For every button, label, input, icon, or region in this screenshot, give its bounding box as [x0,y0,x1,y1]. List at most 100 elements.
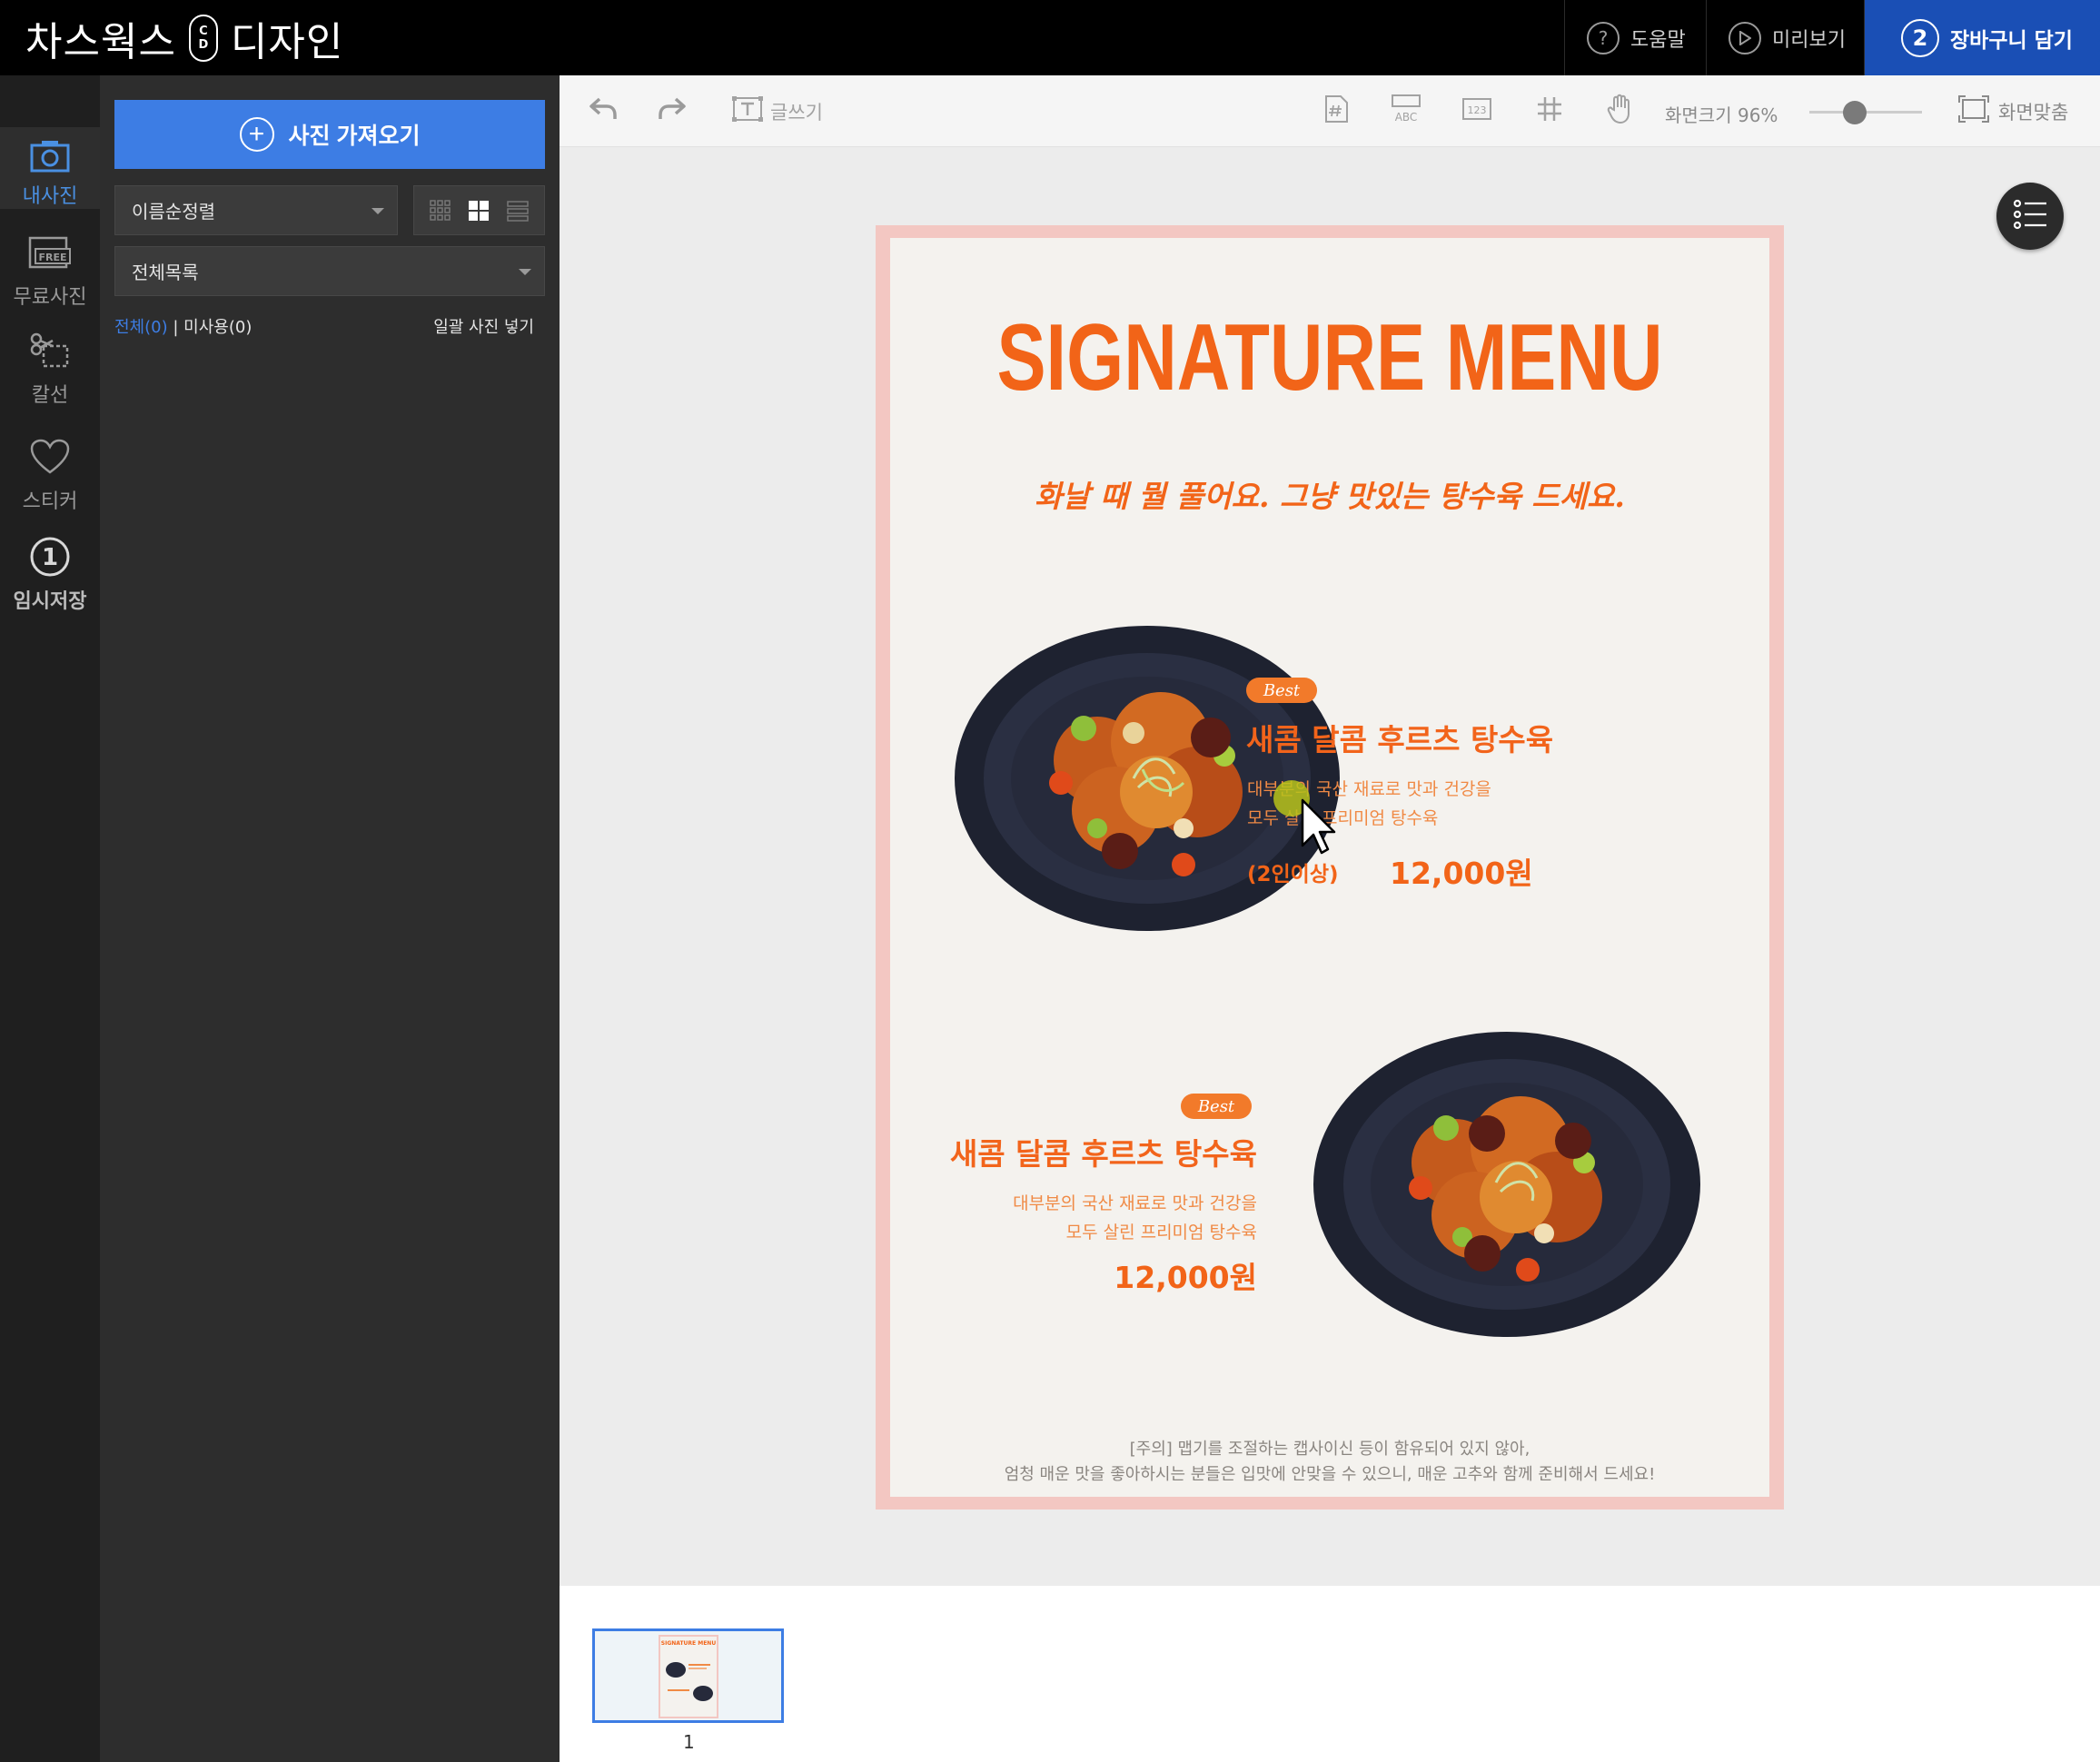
list-view-icon[interactable] [506,199,530,223]
zoom-slider-handle[interactable] [1842,101,1867,124]
rail-item-cutline[interactable]: 칼선 [0,328,100,410]
import-photo-label: 사진 가져오기 [288,124,421,149]
brand-logo-letter-c: C [199,24,208,38]
rail-item-label: 임시저장 [13,590,87,613]
temp-save-icon: 1 [27,534,73,579]
rail-item-free-photos[interactable]: FREE 무료사진 [0,230,100,312]
page-number-tool-button[interactable] [1309,75,1363,147]
footer-line-1: [주의] 맵기를 조절하는 캡사이신 등이 함유되어 있지 않아, [1129,1440,1530,1459]
design-workspace: 글쓰기 ABC 123 화면크기 96% 화면맞춤 SIGNATURE MENU… [560,75,2100,1586]
photo-panel: + 사진 가져오기 이름순정렬 전체목록 전체(0) | 미사용(0) 일괄 사… [100,75,560,1762]
page-thumbnail[interactable]: SIGNATURE MENU [592,1628,784,1723]
plus-circle-icon: + [239,117,274,152]
text-tool-button[interactable]: 글쓰기 [723,75,832,147]
brand-suffix: 디자인 [230,18,344,65]
rail-item-label: 내사진 [22,185,78,208]
large-grid-icon[interactable] [467,199,490,223]
abc-field-icon: ABC [1390,94,1422,129]
text-field-tool-button[interactable]: ABC [1379,75,1433,147]
brand-logo[interactable]: 차스웍스 C D 디자인 [25,0,343,75]
rail-item-my-photos[interactable]: 내사진 [0,127,100,209]
tool-rail: 내사진 FREE 무료사진 칼선 스티커 1 임시저장 [0,75,100,1762]
zoom-value: 96% [1737,104,1778,126]
footer-line-2: 엄청 매운 맛을 좋아하시는 분들은 입맛에 안맞을 수 있으니, 매운 고추와… [1004,1465,1656,1484]
brand-cd-icon: C D [188,14,218,62]
fit-to-screen-label: 화면맞춤 [1998,101,2069,124]
question-icon: ? [1587,21,1620,54]
rail-item-label: 칼선 [31,384,69,407]
rail-item-label: 무료사진 [13,286,87,309]
svg-text:123: 123 [1468,104,1487,116]
zoom-label-text: 화면크기 [1665,104,1732,126]
filter-all-link[interactable]: 전체(0) [114,318,168,337]
page-thumbnail-preview: SIGNATURE MENU [659,1635,718,1718]
editor-toolbar: 글쓰기 ABC 123 화면크기 96% 화면맞춤 [560,75,2100,147]
sort-select[interactable]: 이름순정렬 [114,185,398,235]
rail-item-temp-save[interactable]: 1 임시저장 [0,534,100,621]
dish-desc-2-line2: 모두 살린 프리미엄 탕수육 [1065,1223,1257,1242]
dish-name-1[interactable]: 새콤 달콤 후르츠 탕수육 [1246,716,1553,759]
play-icon [1729,21,1761,54]
dish-note-1[interactable]: (2인이상) [1247,856,1339,887]
filter-unused-link[interactable]: 미사용(0) [183,318,252,337]
redo-icon [658,97,687,125]
list-icon [2012,198,2048,234]
camera-icon [27,138,73,174]
dish-desc-2-line1: 대부분의 국산 재료로 맛과 건강을 [1013,1193,1257,1213]
brand-logo-letter-d: D [198,37,209,52]
page-strip: SIGNATURE MENU 1 [560,1586,2100,1762]
dish-desc-2[interactable]: 대부분의 국산 재료로 맛과 건강을 모두 살린 프리미엄 탕수육 [945,1189,1257,1247]
hashtag-page-icon [1322,94,1350,128]
layer-list-button[interactable] [1996,183,2064,250]
poster-page: SIGNATURE MENU 화날 때 뭘 풀어요. 그냥 맛있는 탕수육 드세… [890,238,1769,1497]
design-canvas[interactable]: SIGNATURE MENU 화날 때 뭘 풀어요. 그냥 맛있는 탕수육 드세… [876,225,1784,1510]
redo-button[interactable] [647,75,698,147]
photo-filter-row: 전체(0) | 미사용(0) 일괄 사진 넣기 [114,314,545,338]
poster-title[interactable]: SIGNATURE MENU [986,311,1672,405]
dish-price-2[interactable]: 12,000원 [981,1253,1257,1297]
number-box-icon: 123 [1461,96,1492,126]
dish-price-1[interactable]: 12,000원 [1390,849,1533,893]
fit-screen-icon [1958,95,1989,127]
preview-label: 미리보기 [1772,28,1846,52]
rail-item-label: 스티커 [22,490,78,513]
add-to-cart-label: 장바구니 담기 [1950,28,2073,53]
free-photo-icon: FREE [27,230,73,275]
add-to-cart-button[interactable]: 2 장바구니 담기 [1864,0,2100,75]
chevron-down-icon [371,207,384,214]
fit-to-screen-button[interactable]: 화면맞춤 [1958,75,2068,147]
best-badge-2[interactable]: Best [1181,1094,1252,1119]
help-button[interactable]: ? 도움말 [1564,0,1706,75]
rail-item-sticker[interactable]: 스티커 [0,434,100,516]
sort-select-value: 이름순정렬 [132,201,215,223]
poster-footer-note[interactable]: [주의] 맵기를 조절하는 캡사이신 등이 함유되어 있지 않아, 엄청 매운 … [890,1437,1769,1488]
step-number-icon: 2 [1901,18,1939,57]
scissors-icon [27,328,73,373]
best-badge-1[interactable]: Best [1246,678,1317,703]
folder-select-value: 전체목록 [132,262,199,283]
hand-tool-button[interactable] [1593,75,1648,147]
page-number: 1 [683,1731,695,1753]
poster-subtitle[interactable]: 화날 때 뭘 풀어요. 그냥 맛있는 탕수육 드세요. [890,472,1769,516]
heart-icon [27,434,73,480]
temp-save-count: 1 [42,544,58,571]
preview-button[interactable]: 미리보기 [1706,0,1864,75]
view-mode-toggle [413,185,545,235]
undo-button[interactable] [578,75,629,147]
import-photo-button[interactable]: + 사진 가져오기 [114,100,545,169]
small-grid-icon[interactable] [429,199,452,223]
mouse-cursor-icon [1273,780,1336,855]
text-box-icon [732,95,764,127]
number-field-tool-button[interactable]: 123 [1450,75,1504,147]
dish-name-2[interactable]: 새콤 달콤 후르츠 탕수육 [945,1130,1257,1173]
folder-select[interactable]: 전체목록 [114,246,545,296]
dish-photo-2[interactable] [1310,1026,1704,1341]
zoom-label: 화면크기 96% [1665,101,1778,127]
bulk-insert-button[interactable]: 일괄 사진 넣기 [433,314,534,338]
svg-text:FREE: FREE [38,252,66,263]
hand-icon [1607,94,1634,129]
text-tool-label: 글쓰기 [770,101,823,124]
help-label: 도움말 [1630,28,1686,52]
filter-separator: | [173,318,179,337]
grid-toggle-button[interactable] [1522,75,1577,147]
